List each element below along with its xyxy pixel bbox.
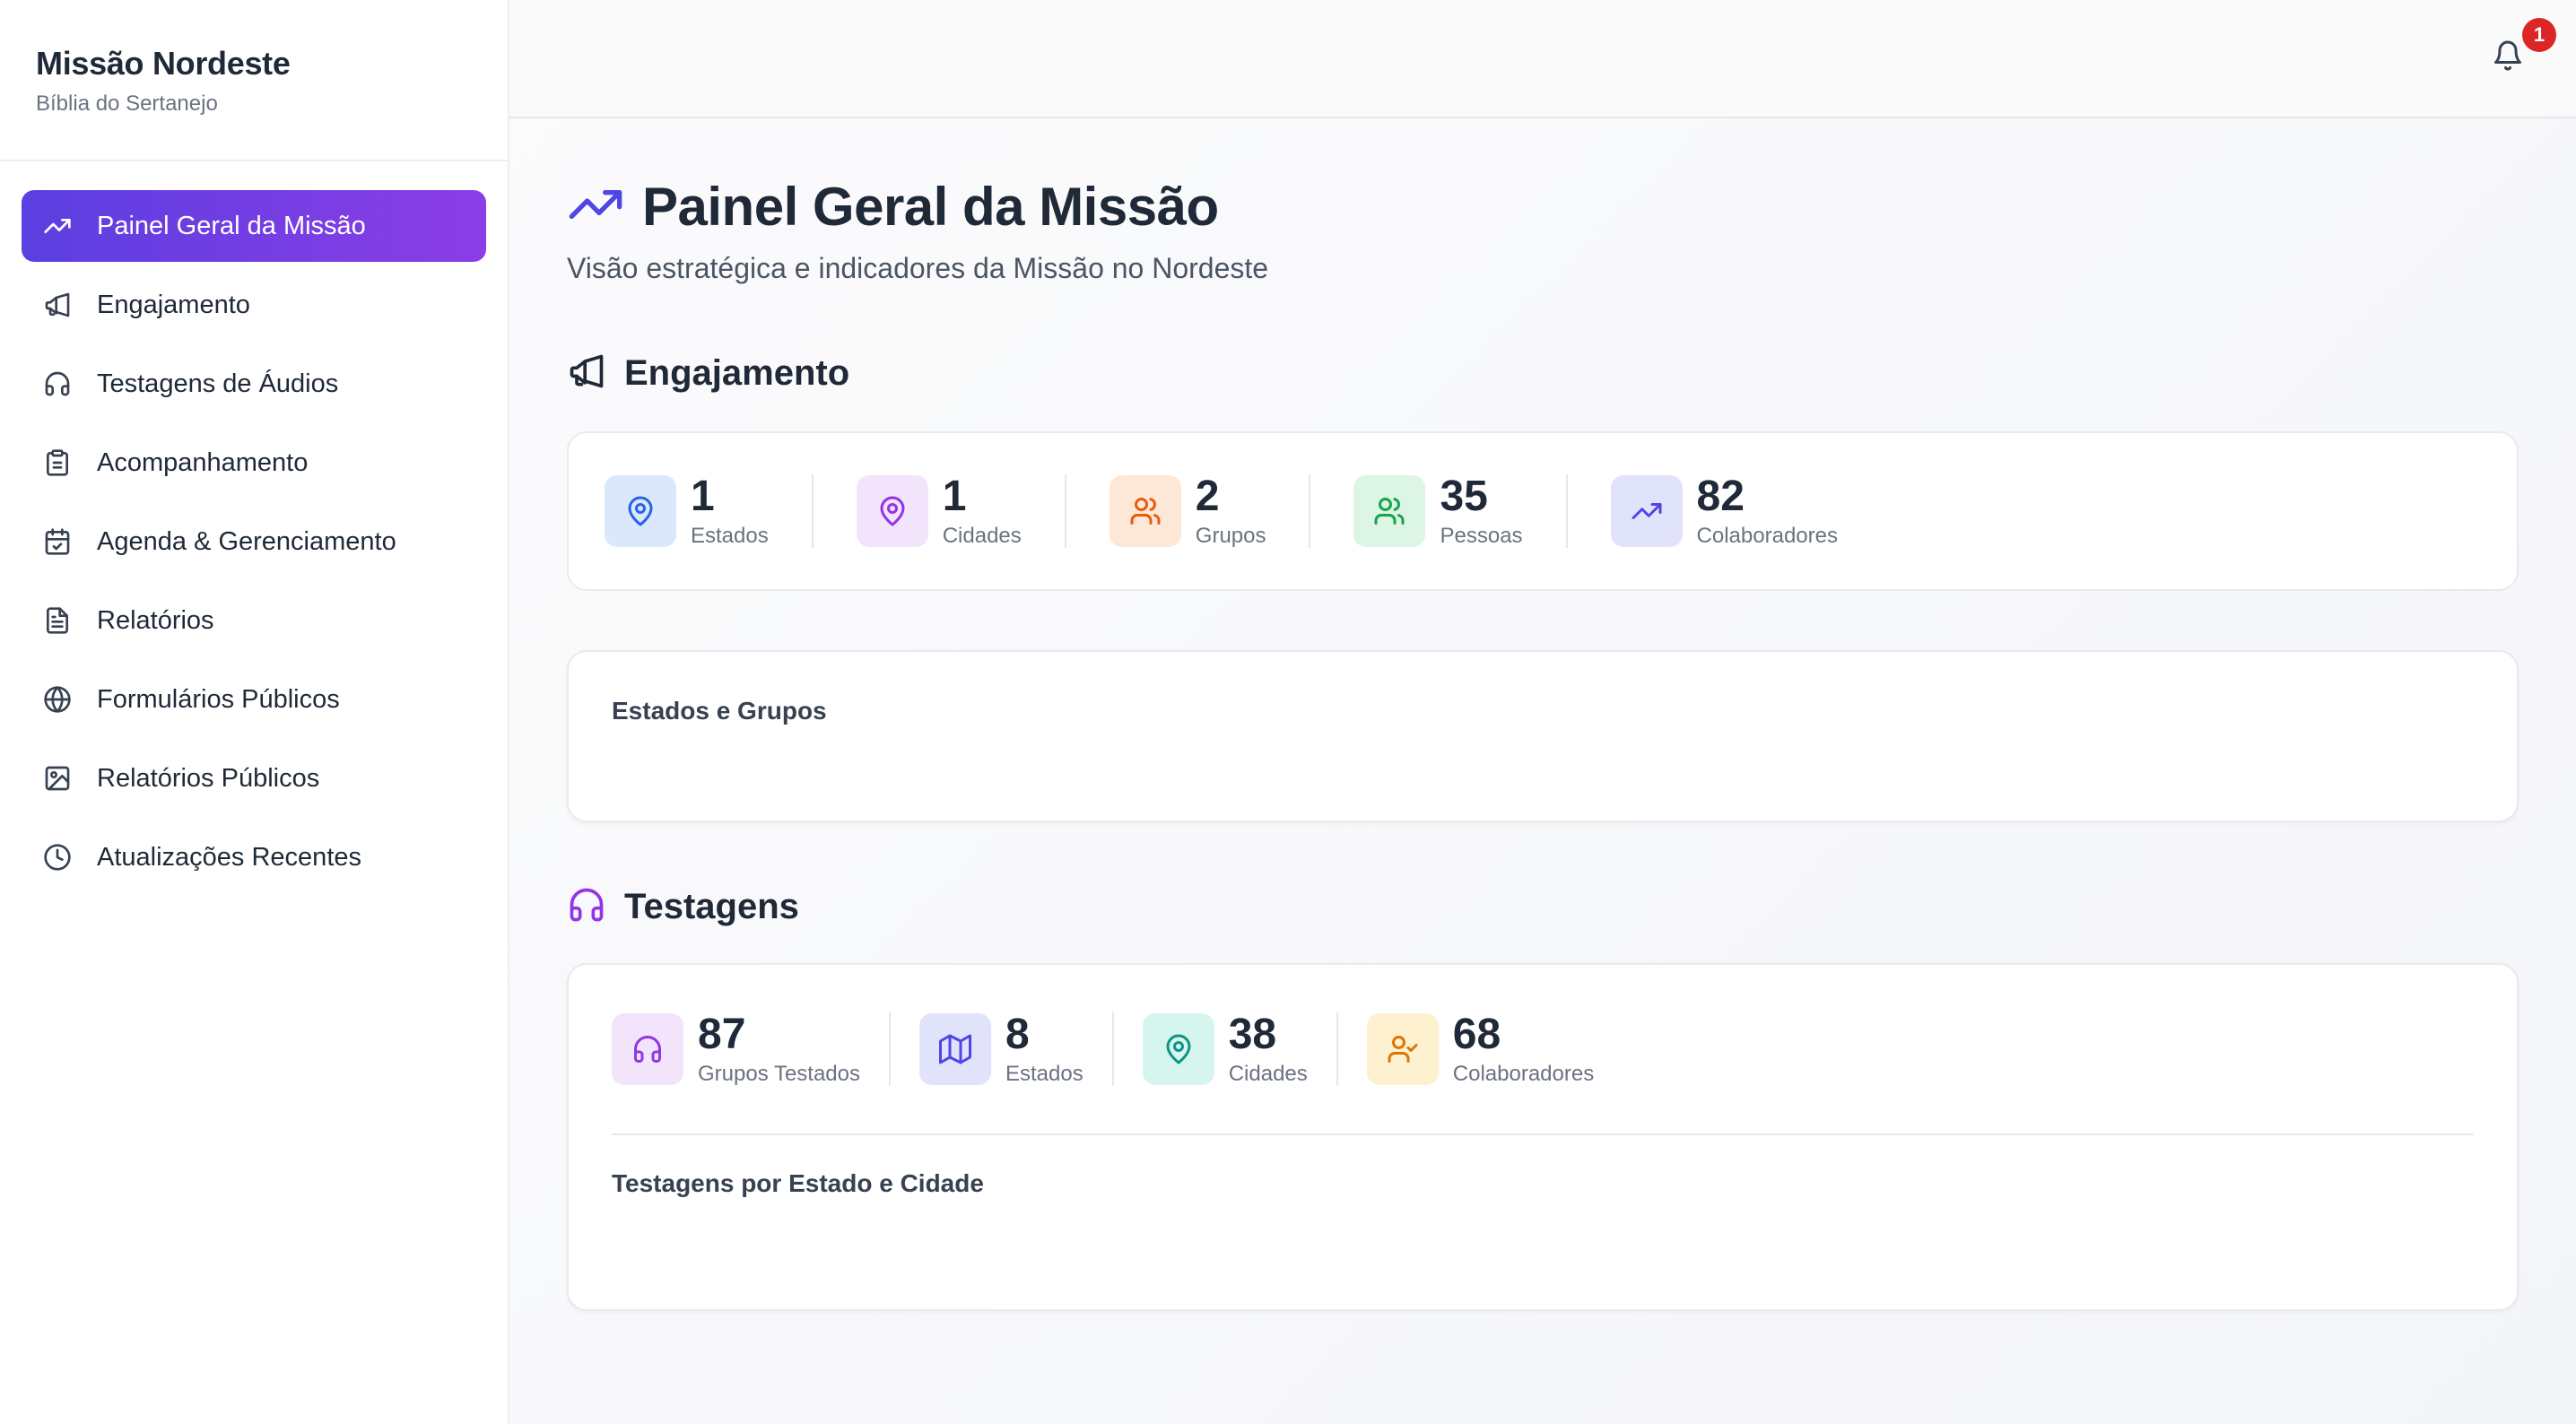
divider xyxy=(1309,474,1311,548)
section-engajamento-header: Engajamento xyxy=(567,352,2519,395)
image-icon xyxy=(43,764,72,793)
globe-icon xyxy=(43,685,72,714)
page-subtitle: Visão estratégica e indicadores da Missã… xyxy=(567,252,1269,284)
clock-icon xyxy=(43,843,72,872)
divider xyxy=(811,474,814,548)
bell-icon xyxy=(2492,40,2524,75)
sidebar-item-engajamento[interactable]: Engajamento xyxy=(22,269,486,341)
divider xyxy=(1565,474,1568,548)
megaphone-icon xyxy=(43,291,72,319)
sidebar-item-atualizacoes-recentes[interactable]: Atualizações Recentes xyxy=(22,821,486,893)
stat-label: Cidades xyxy=(942,524,1022,548)
brand-title: Missão Nordeste xyxy=(36,45,291,82)
divider xyxy=(612,1133,2474,1135)
stat-value: 38 xyxy=(1228,1011,1277,1058)
stat-cidades: 38 Cidades xyxy=(1142,1011,1308,1087)
stat-label: Estados xyxy=(1005,1062,1083,1086)
page-header: Painel Geral da Missão xyxy=(567,176,2519,238)
sidebar-item-label: Relatórios Públicos xyxy=(97,763,320,793)
divider xyxy=(1336,1012,1338,1086)
stat-cidades: 1 Cidades xyxy=(856,473,1022,549)
stat-colaboradores: 68 Colaboradores xyxy=(1366,1011,1595,1087)
brand-subtitle: Bíblia do Sertanejo xyxy=(36,91,218,116)
stat-grupos: 2 Grupos xyxy=(1109,473,1266,549)
sidebar-item-testagens[interactable]: Testagens de Áudios xyxy=(22,348,486,420)
topbar: 1 xyxy=(509,0,2576,118)
headphones-icon xyxy=(567,885,606,929)
stat-estados: 1 Estados xyxy=(605,473,769,549)
stat-colaboradores: 82 Colaboradores xyxy=(1610,473,1838,549)
stat-label: Colaboradores xyxy=(1452,1062,1595,1086)
notification-badge: 1 xyxy=(2522,18,2556,52)
sidebar-item-relatorios[interactable]: Relatórios xyxy=(22,585,486,656)
sidebar-item-label: Engajamento xyxy=(97,290,250,319)
page-title: Painel Geral da Missão xyxy=(642,177,1219,237)
stat-value: 1 xyxy=(942,473,967,520)
section-testagens-header: Testagens xyxy=(567,885,2519,929)
section-title: Engajamento xyxy=(624,353,850,393)
clipboard-icon xyxy=(43,448,72,477)
stat-value: 8 xyxy=(1005,1011,1030,1058)
stat-label: Cidades xyxy=(1228,1062,1308,1086)
card-title: Estados e Grupos xyxy=(612,697,827,725)
sidebar-item-label: Atualizações Recentes xyxy=(97,842,361,872)
estados-grupos-card: Estados e Grupos xyxy=(567,650,2519,822)
divider xyxy=(1064,474,1066,548)
headphones-icon xyxy=(612,1013,683,1085)
sidebar-item-agenda[interactable]: Agenda & Gerenciamento xyxy=(22,506,486,577)
sidebar-item-label: Formulários Públicos xyxy=(97,684,340,714)
card-subtitle: Testagens por Estado e Cidade xyxy=(612,1169,984,1197)
stat-value: 68 xyxy=(1452,1011,1501,1058)
testagens-stats: 87 Grupos Testados 8 Estados 38 Cidades … xyxy=(612,1012,2474,1087)
stat-label: Colaboradores xyxy=(1696,524,1838,548)
stat-value: 1 xyxy=(691,473,715,520)
sidebar-item-relatorios-publicos[interactable]: Relatórios Públicos xyxy=(22,742,486,814)
map-pin-icon xyxy=(856,475,928,547)
stat-label: Estados xyxy=(691,524,769,548)
sidebar: Missão Nordeste Bíblia do Sertanejo Pain… xyxy=(0,0,509,1424)
map-icon xyxy=(919,1013,991,1085)
users-icon xyxy=(1109,475,1181,547)
megaphone-icon xyxy=(567,352,606,395)
map-pin-icon xyxy=(1142,1013,1214,1085)
sidebar-item-label: Testagens de Áudios xyxy=(97,369,339,398)
section-title: Testagens xyxy=(624,887,799,926)
sidebar-item-acompanhamento[interactable]: Acompanhamento xyxy=(22,427,486,499)
trending-up-icon xyxy=(43,212,72,240)
divider xyxy=(1111,1012,1114,1086)
stat-label: Grupos Testados xyxy=(698,1062,860,1086)
stat-value: 82 xyxy=(1696,473,1745,520)
user-check-icon xyxy=(1366,1013,1439,1085)
app-root: Missão Nordeste Bíblia do Sertanejo Pain… xyxy=(0,0,2576,1424)
sidebar-item-label: Acompanhamento xyxy=(97,447,309,477)
users-icon xyxy=(1353,475,1426,547)
notifications-button[interactable] xyxy=(2492,39,2528,75)
page-content: Painel Geral da Missão Visão estratégica… xyxy=(509,118,2576,1311)
map-pin-icon xyxy=(605,475,676,547)
stat-pessoas: 35 Pessoas xyxy=(1353,473,1523,549)
stat-value: 35 xyxy=(1440,473,1488,520)
main-area: 1 Painel Geral da Missão Visão estratégi… xyxy=(509,0,2576,1424)
sidebar-item-label: Agenda & Gerenciamento xyxy=(97,526,396,556)
stat-label: Grupos xyxy=(1195,524,1266,548)
file-text-icon xyxy=(43,606,72,635)
trending-up-icon xyxy=(567,176,624,238)
testagens-card: 87 Grupos Testados 8 Estados 38 Cidades … xyxy=(567,963,2519,1311)
engajamento-stats-card: 1 Estados 1 Cidades 2 Grupos 35 Pessoas … xyxy=(567,431,2519,591)
sidebar-item-painel-geral[interactable]: Painel Geral da Missão xyxy=(22,190,486,262)
stat-estados: 8 Estados xyxy=(919,1012,1083,1087)
stat-label: Pessoas xyxy=(1440,524,1523,548)
sidebar-item-label: Painel Geral da Missão xyxy=(97,211,366,240)
brand: Missão Nordeste Bíblia do Sertanejo xyxy=(0,0,508,161)
sidebar-item-formularios-publicos[interactable]: Formulários Públicos xyxy=(22,664,486,735)
headphones-icon xyxy=(43,369,72,398)
calendar-check-icon xyxy=(43,527,72,556)
stat-value: 87 xyxy=(698,1011,746,1058)
divider xyxy=(889,1012,891,1086)
stat-value: 2 xyxy=(1195,473,1220,520)
sidebar-item-label: Relatórios xyxy=(97,605,214,635)
trending-up-icon xyxy=(1610,475,1683,547)
sidebar-nav: Painel Geral da Missão Engajamento Testa… xyxy=(0,161,508,929)
stat-grupos-testados: 87 Grupos Testados xyxy=(612,1012,860,1087)
